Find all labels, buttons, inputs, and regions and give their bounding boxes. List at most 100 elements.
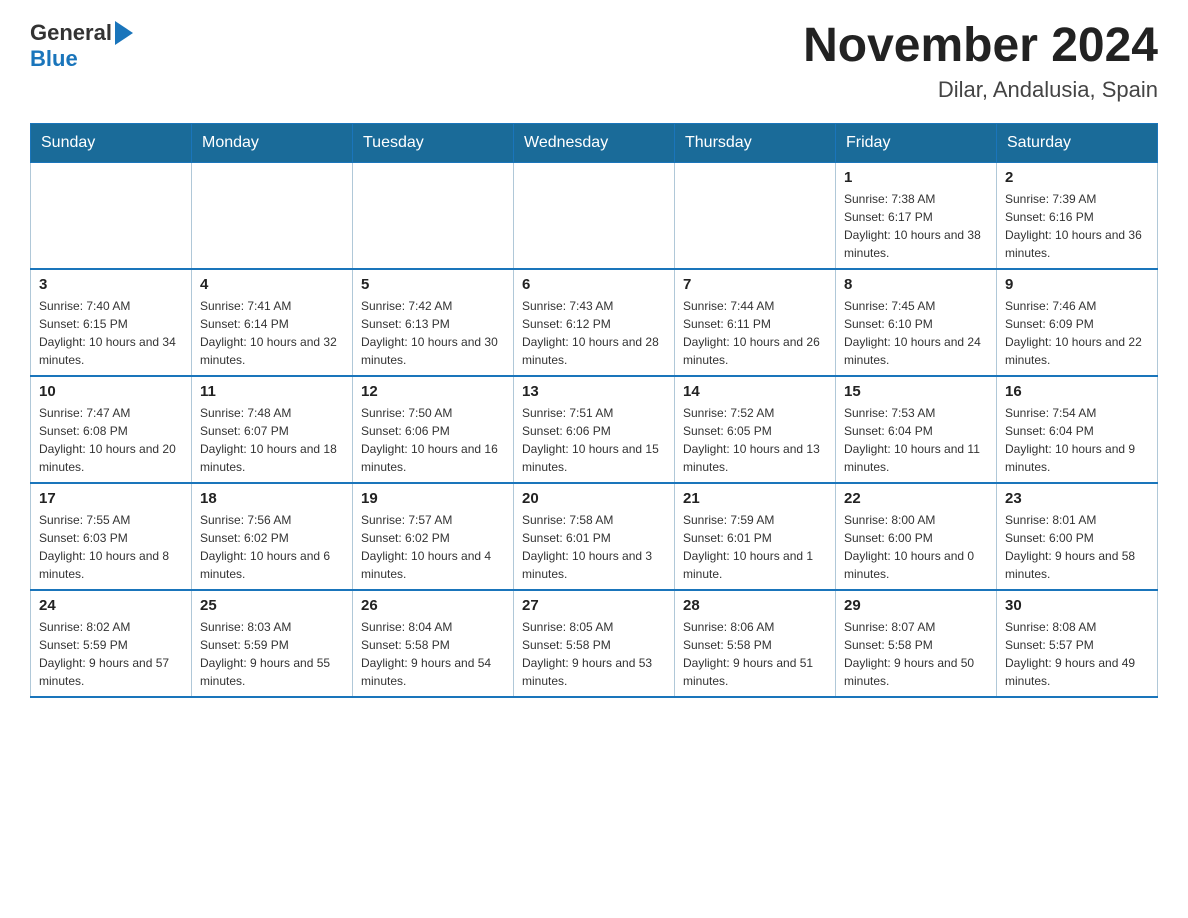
logo-arrow-icon	[115, 21, 133, 45]
calendar-cell: 9 Sunrise: 7:46 AMSunset: 6:09 PMDaylight…	[997, 269, 1158, 376]
logo-general-text: General	[30, 20, 112, 46]
day-number: 25	[200, 597, 344, 614]
day-number: 13	[522, 383, 666, 400]
location-title: Dilar, Andalusia, Spain	[803, 77, 1158, 103]
day-info: Sunrise: 7:54 AMSunset: 6:04 PMDaylight:…	[1005, 404, 1149, 476]
day-number: 2	[1005, 169, 1149, 186]
day-number: 12	[361, 383, 505, 400]
day-number: 17	[39, 490, 183, 507]
day-number: 7	[683, 276, 827, 293]
day-info: Sunrise: 7:40 AMSunset: 6:15 PMDaylight:…	[39, 297, 183, 369]
day-info: Sunrise: 7:47 AMSunset: 6:08 PMDaylight:…	[39, 404, 183, 476]
day-number: 23	[1005, 490, 1149, 507]
calendar-header-wednesday: Wednesday	[514, 123, 675, 162]
day-number: 6	[522, 276, 666, 293]
calendar-header-thursday: Thursday	[675, 123, 836, 162]
calendar-cell: 8 Sunrise: 7:45 AMSunset: 6:10 PMDaylight…	[836, 269, 997, 376]
day-info: Sunrise: 8:06 AMSunset: 5:58 PMDaylight:…	[683, 618, 827, 690]
day-info: Sunrise: 8:07 AMSunset: 5:58 PMDaylight:…	[844, 618, 988, 690]
calendar-header-friday: Friday	[836, 123, 997, 162]
day-info: Sunrise: 8:03 AMSunset: 5:59 PMDaylight:…	[200, 618, 344, 690]
day-info: Sunrise: 7:55 AMSunset: 6:03 PMDaylight:…	[39, 511, 183, 583]
day-number: 20	[522, 490, 666, 507]
day-info: Sunrise: 7:59 AMSunset: 6:01 PMDaylight:…	[683, 511, 827, 583]
day-info: Sunrise: 8:05 AMSunset: 5:58 PMDaylight:…	[522, 618, 666, 690]
title-section: November 2024 Dilar, Andalusia, Spain	[803, 20, 1158, 103]
day-info: Sunrise: 7:45 AMSunset: 6:10 PMDaylight:…	[844, 297, 988, 369]
calendar-cell: 28 Sunrise: 8:06 AMSunset: 5:58 PMDayligh…	[675, 590, 836, 697]
day-info: Sunrise: 7:52 AMSunset: 6:05 PMDaylight:…	[683, 404, 827, 476]
day-number: 5	[361, 276, 505, 293]
day-number: 30	[1005, 597, 1149, 614]
calendar-cell	[353, 162, 514, 269]
calendar-cell: 22Sunrise: 8:00 AMSunset: 6:00 PMDayligh…	[836, 483, 997, 590]
day-info: Sunrise: 7:56 AMSunset: 6:02 PMDaylight:…	[200, 511, 344, 583]
day-info: Sunrise: 8:08 AMSunset: 5:57 PMDaylight:…	[1005, 618, 1149, 690]
day-info: Sunrise: 7:53 AMSunset: 6:04 PMDaylight:…	[844, 404, 988, 476]
calendar-cell	[514, 162, 675, 269]
logo: General Blue	[30, 20, 136, 72]
calendar-cell: 1 Sunrise: 7:38 AMSunset: 6:17 PMDaylight…	[836, 162, 997, 269]
day-number: 19	[361, 490, 505, 507]
calendar-week-2: 3Sunrise: 7:40 AMSunset: 6:15 PMDaylight…	[31, 269, 1158, 376]
day-info: Sunrise: 8:02 AMSunset: 5:59 PMDaylight:…	[39, 618, 183, 690]
day-number: 8	[844, 276, 988, 293]
calendar-cell: 20 Sunrise: 7:58 AMSunset: 6:01 PMDayligh…	[514, 483, 675, 590]
day-number: 28	[683, 597, 827, 614]
calendar-cell: 16 Sunrise: 7:54 AMSunset: 6:04 PMDayligh…	[997, 376, 1158, 483]
day-number: 4	[200, 276, 344, 293]
calendar-cell: 21Sunrise: 7:59 AMSunset: 6:01 PMDayligh…	[675, 483, 836, 590]
calendar-cell: 25 Sunrise: 8:03 AMSunset: 5:59 PMDayligh…	[192, 590, 353, 697]
day-number: 15	[844, 383, 988, 400]
day-info: Sunrise: 7:58 AMSunset: 6:01 PMDaylight:…	[522, 511, 666, 583]
calendar-week-3: 10 Sunrise: 7:47 AMSunset: 6:08 PMDayligh…	[31, 376, 1158, 483]
day-number: 14	[683, 383, 827, 400]
calendar-header-sunday: Sunday	[31, 123, 192, 162]
calendar-cell: 2Sunrise: 7:39 AMSunset: 6:16 PMDaylight…	[997, 162, 1158, 269]
calendar-cell: 3Sunrise: 7:40 AMSunset: 6:15 PMDaylight…	[31, 269, 192, 376]
calendar-cell: 15 Sunrise: 7:53 AMSunset: 6:04 PMDayligh…	[836, 376, 997, 483]
calendar-cell: 11 Sunrise: 7:48 AMSunset: 6:07 PMDayligh…	[192, 376, 353, 483]
day-info: Sunrise: 7:57 AMSunset: 6:02 PMDaylight:…	[361, 511, 505, 583]
page-header: General Blue November 2024 Dilar, Andalu…	[30, 20, 1158, 103]
day-info: Sunrise: 7:46 AMSunset: 6:09 PMDaylight:…	[1005, 297, 1149, 369]
day-number: 16	[1005, 383, 1149, 400]
day-number: 18	[200, 490, 344, 507]
calendar-cell: 27Sunrise: 8:05 AMSunset: 5:58 PMDayligh…	[514, 590, 675, 697]
calendar-cell: 18 Sunrise: 7:56 AMSunset: 6:02 PMDayligh…	[192, 483, 353, 590]
calendar-cell: 26Sunrise: 8:04 AMSunset: 5:58 PMDayligh…	[353, 590, 514, 697]
calendar-cell	[192, 162, 353, 269]
day-info: Sunrise: 7:43 AMSunset: 6:12 PMDaylight:…	[522, 297, 666, 369]
calendar-header-saturday: Saturday	[997, 123, 1158, 162]
day-number: 10	[39, 383, 183, 400]
month-title: November 2024	[803, 20, 1158, 73]
day-number: 9	[1005, 276, 1149, 293]
day-info: Sunrise: 8:01 AMSunset: 6:00 PMDaylight:…	[1005, 511, 1149, 583]
calendar-week-4: 17 Sunrise: 7:55 AMSunset: 6:03 PMDayligh…	[31, 483, 1158, 590]
day-info: Sunrise: 7:51 AMSunset: 6:06 PMDaylight:…	[522, 404, 666, 476]
logo-blue-text: Blue	[30, 46, 78, 72]
day-number: 1	[844, 169, 988, 186]
day-number: 24	[39, 597, 183, 614]
calendar-table: SundayMondayTuesdayWednesdayThursdayFrid…	[30, 123, 1158, 698]
calendar-cell	[31, 162, 192, 269]
day-info: Sunrise: 7:42 AMSunset: 6:13 PMDaylight:…	[361, 297, 505, 369]
day-info: Sunrise: 7:38 AMSunset: 6:17 PMDaylight:…	[844, 190, 988, 262]
day-info: Sunrise: 7:41 AMSunset: 6:14 PMDaylight:…	[200, 297, 344, 369]
calendar-week-1: 1 Sunrise: 7:38 AMSunset: 6:17 PMDaylight…	[31, 162, 1158, 269]
calendar-cell: 12 Sunrise: 7:50 AMSunset: 6:06 PMDayligh…	[353, 376, 514, 483]
day-number: 11	[200, 383, 344, 400]
calendar-header-tuesday: Tuesday	[353, 123, 514, 162]
day-info: Sunrise: 7:50 AMSunset: 6:06 PMDaylight:…	[361, 404, 505, 476]
calendar-cell: 7Sunrise: 7:44 AMSunset: 6:11 PMDaylight…	[675, 269, 836, 376]
calendar-cell: 24 Sunrise: 8:02 AMSunset: 5:59 PMDayligh…	[31, 590, 192, 697]
calendar-header-row: SundayMondayTuesdayWednesdayThursdayFrid…	[31, 123, 1158, 162]
calendar-cell: 19 Sunrise: 7:57 AMSunset: 6:02 PMDayligh…	[353, 483, 514, 590]
day-number: 29	[844, 597, 988, 614]
day-info: Sunrise: 7:48 AMSunset: 6:07 PMDaylight:…	[200, 404, 344, 476]
calendar-cell	[675, 162, 836, 269]
calendar-cell: 14 Sunrise: 7:52 AMSunset: 6:05 PMDayligh…	[675, 376, 836, 483]
calendar-cell: 30 Sunrise: 8:08 AMSunset: 5:57 PMDayligh…	[997, 590, 1158, 697]
day-info: Sunrise: 8:00 AMSunset: 6:00 PMDaylight:…	[844, 511, 988, 583]
calendar-cell: 13 Sunrise: 7:51 AMSunset: 6:06 PMDayligh…	[514, 376, 675, 483]
